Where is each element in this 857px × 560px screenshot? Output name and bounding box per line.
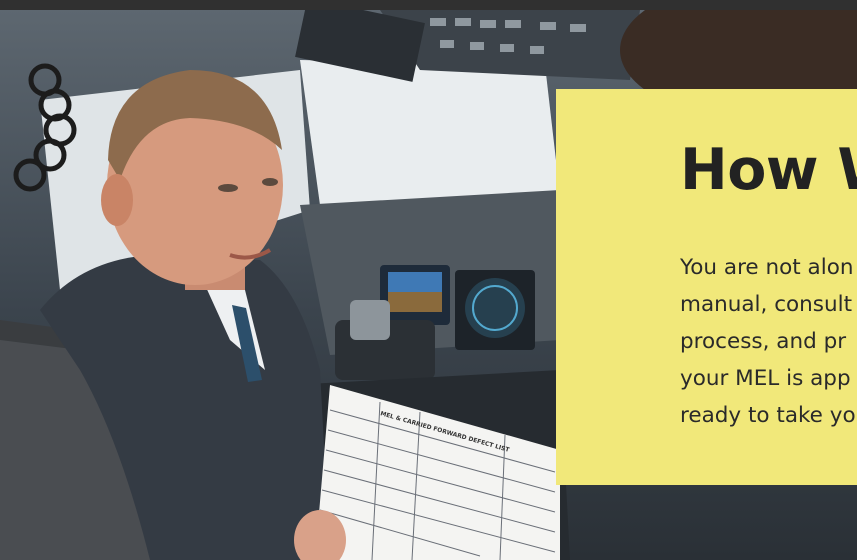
top-strip xyxy=(0,0,857,10)
card-body-line: process, and pr xyxy=(680,329,847,354)
card-body-line: You are not alon xyxy=(680,255,854,280)
card-body-line: manual, consult xyxy=(680,292,853,317)
card-body: You are not alon manual, consult process… xyxy=(680,249,857,434)
card-body-line: ready to take yo xyxy=(680,403,856,428)
info-card: How W You are not alon manual, consult p… xyxy=(556,89,857,485)
card-title: How W xyxy=(680,137,857,203)
card-body-line: your MEL is app xyxy=(680,366,851,391)
